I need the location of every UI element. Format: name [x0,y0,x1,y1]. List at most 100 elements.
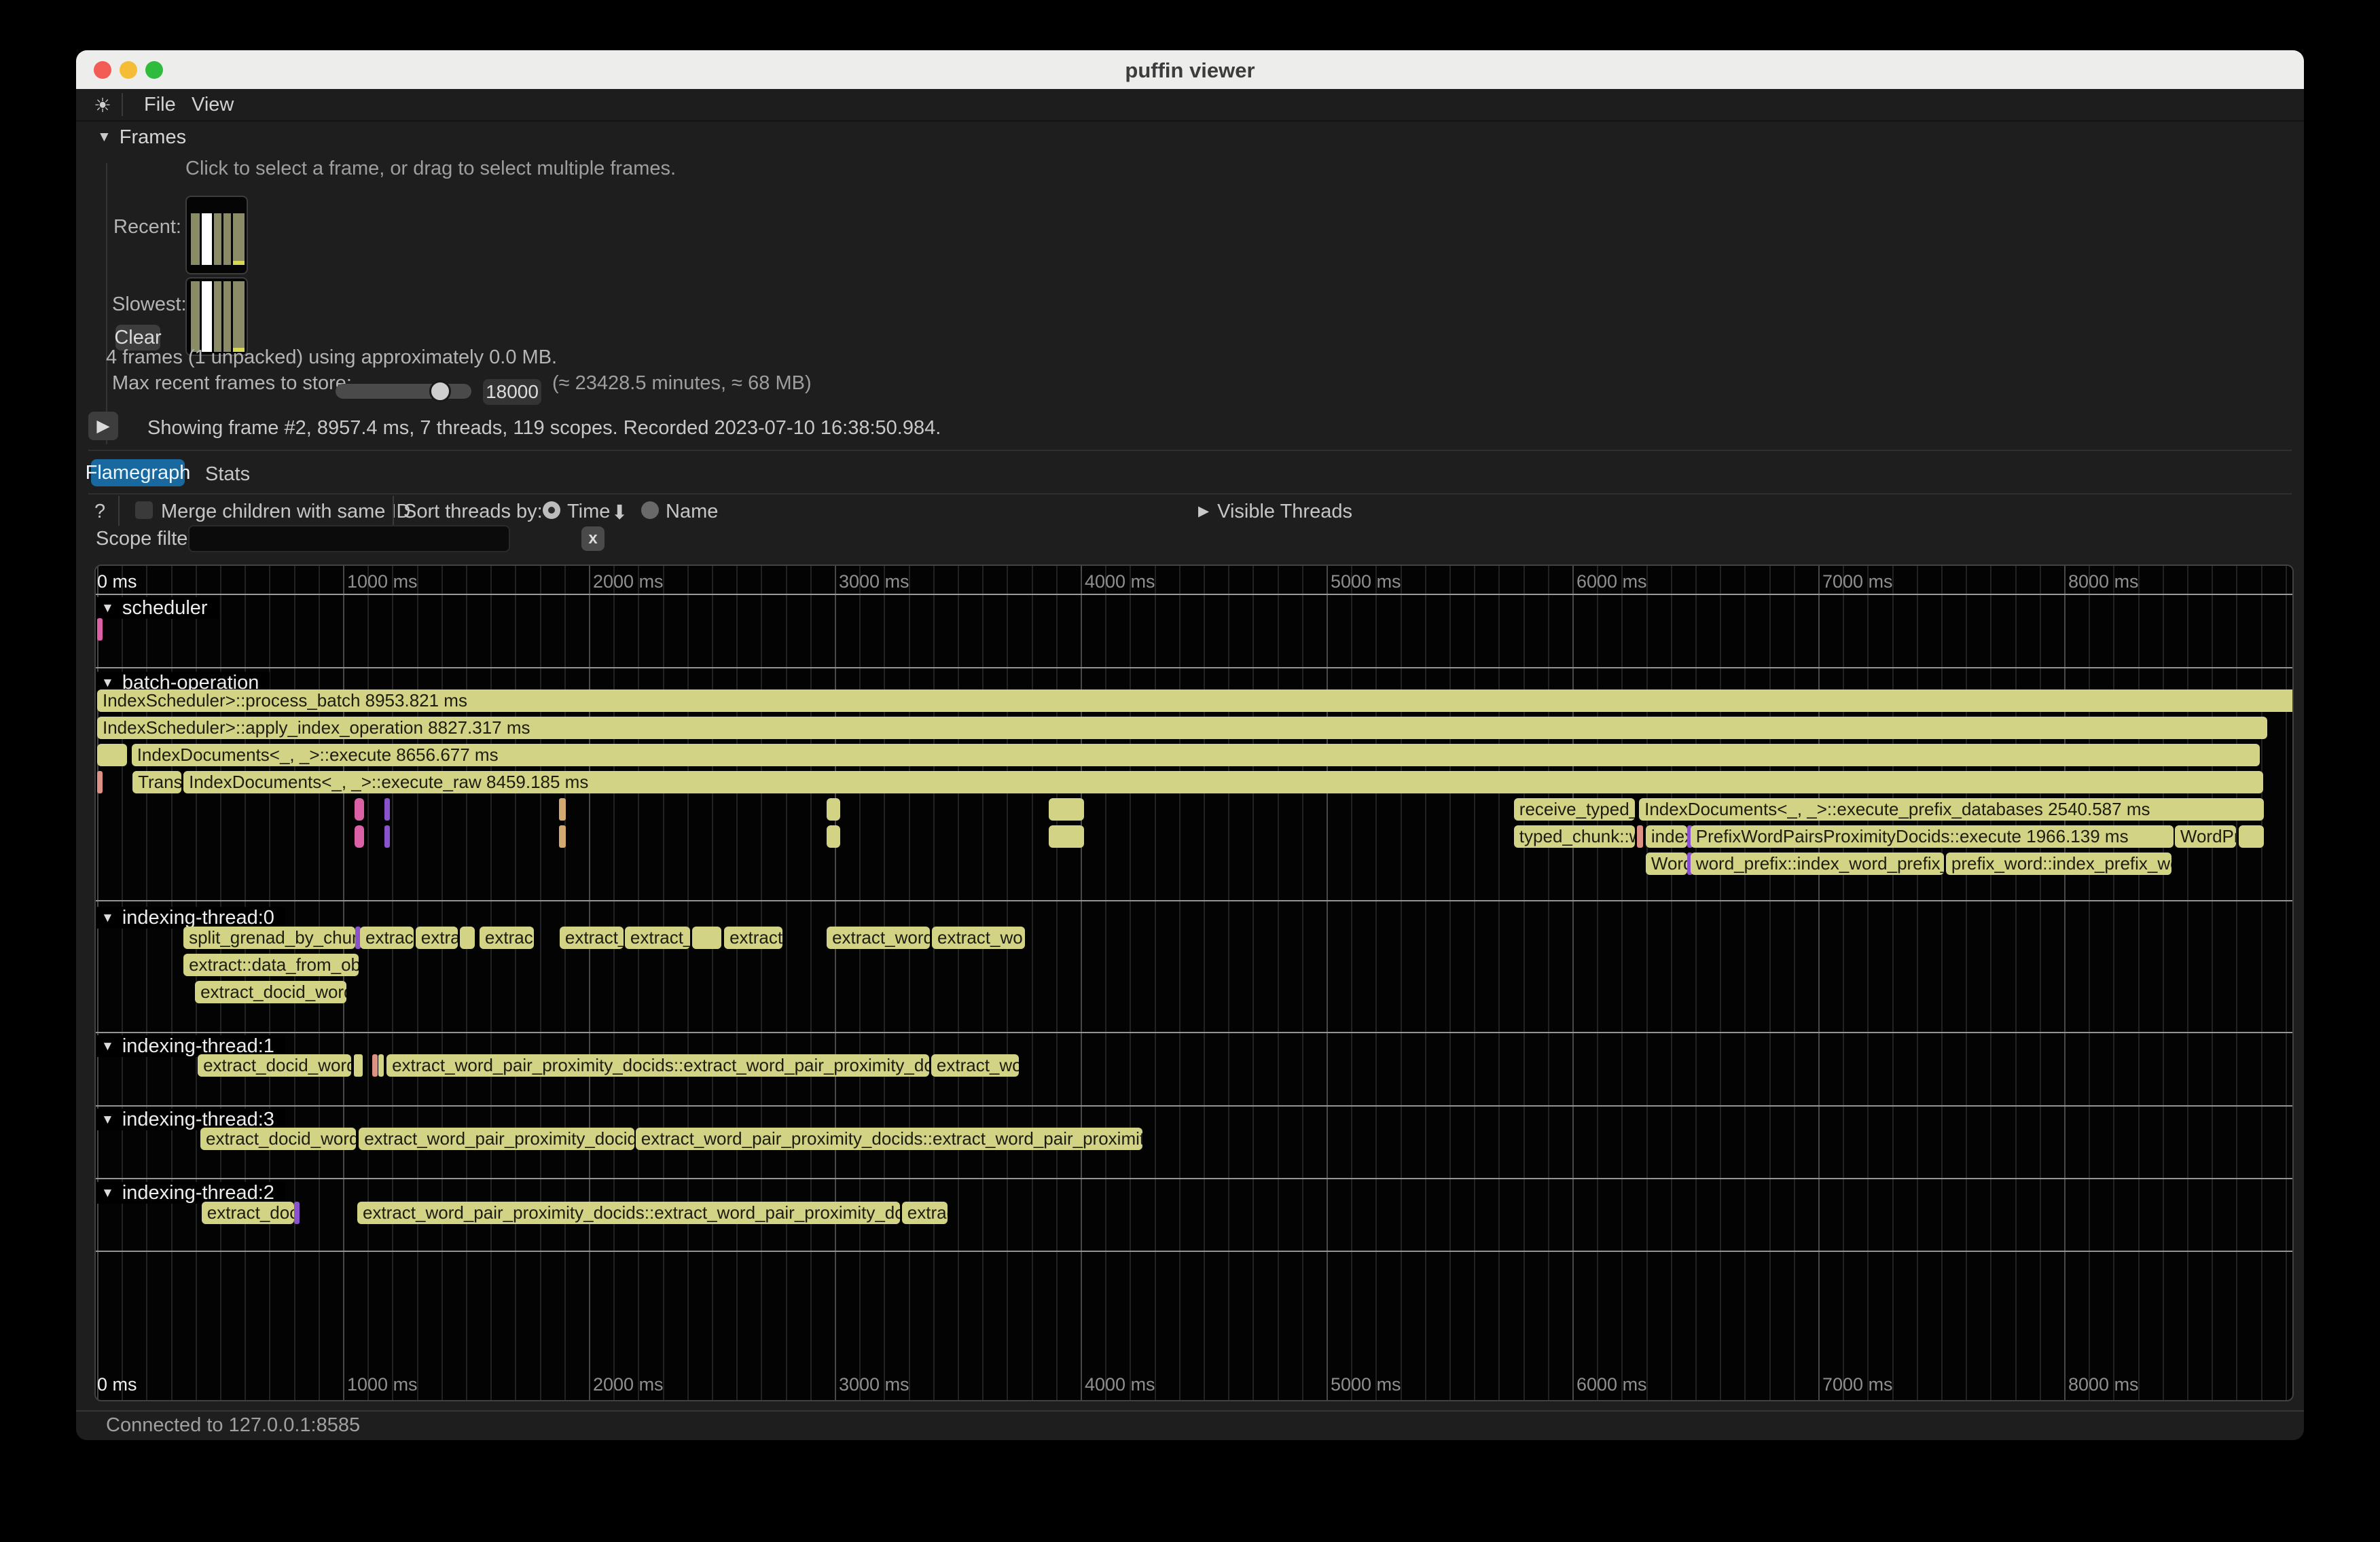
flame-scope-bar[interactable] [1049,798,1084,821]
flame-scope-bar[interactable] [294,1202,300,1224]
flame-scope-bar[interactable] [1049,825,1084,848]
flame-scope-bar[interactable] [559,825,566,848]
tab-stats[interactable]: Stats [205,463,250,486]
flame-scope-bar[interactable] [559,798,566,821]
flame-scope-bar[interactable]: extract_doc [202,1202,294,1224]
theme-toggle-sun-icon[interactable]: ☀ [94,94,111,118]
max-frames-value[interactable]: 18000 [483,379,541,405]
frame-thumbnail-stripe [233,281,245,352]
collapse-triangle-icon: ▼ [101,1039,114,1054]
clear-filter-button[interactable]: x [581,526,605,551]
collapse-triangle-icon: ▼ [101,1186,114,1200]
flame-scope-bar[interactable]: PrefixWordPairsProximityDocids::execute … [1691,825,2174,848]
frame-thumbnail-stripe [191,281,200,352]
max-frames-slider[interactable] [336,384,471,399]
axis-tick-label: 8000 ms [2068,1374,2139,1395]
flame-scope-bar[interactable]: Trans [132,771,181,793]
flame-scope-bar[interactable]: IndexDocuments<_, _>::execute_prefix_dat… [1639,798,2264,821]
menu-file[interactable]: File [144,94,176,116]
sort-time-label[interactable]: Time [567,501,610,523]
frames-indent-line [106,163,107,444]
frames-section-header[interactable]: ▼Frames [97,126,186,149]
flame-scope-bar[interactable] [378,1054,384,1077]
frame-thumbnail-stripe [191,213,200,265]
frame-thumbnail-tick [233,261,245,265]
flame-scope-bar[interactable] [355,798,364,821]
flame-scope-bar[interactable]: extrac [480,927,534,949]
flame-scope-bar[interactable]: prefix_word::index_prefix_wo [1946,853,2171,875]
flame-scope-bar[interactable] [2239,825,2264,848]
flame-scope-bar[interactable]: extract_word_pair_proximity_docids::extr… [386,1054,929,1077]
flame-scope-bar[interactable]: index [1646,825,1687,848]
flame-scope-bar[interactable] [827,798,840,821]
thread-name: indexing-thread:0 [122,907,274,929]
flame-scope-bar[interactable]: word_prefix::index_word_prefix_ [1691,853,1944,875]
flame-scope-bar[interactable]: IndexDocuments<_, _>::execute 8656.677 m… [132,744,2260,766]
merge-children-label[interactable]: Merge children with same ID [161,501,410,523]
flame-scope-bar[interactable] [1637,825,1643,848]
tab-flamegraph[interactable]: Flamegraph [91,459,185,486]
flame-scope-bar[interactable] [97,771,103,793]
visible-threads-toggle[interactable]: ▶Visible Threads [1198,501,1352,523]
flame-scope-bar[interactable]: IndexDocuments<_, _>::execute_raw 8459.1… [183,771,2263,793]
flame-scope-bar[interactable]: extra [416,927,458,949]
thread-header[interactable]: ▼indexing-thread:2 [97,1182,285,1204]
flame-scope-bar[interactable]: receive_typed_ [1514,798,1635,821]
flame-scope-bar[interactable]: Word [1646,853,1687,875]
flame-scope-bar[interactable]: WordPr [2175,825,2236,848]
flame-scope-bar[interactable]: extract_ [625,927,690,949]
flamegraph[interactable]: 0 ms0 ms1000 ms1000 ms2000 ms2000 ms3000… [94,564,2294,1401]
sort-time-radio[interactable] [543,501,560,519]
merge-children-checkbox[interactable] [135,501,153,519]
flame-scope-bar[interactable] [354,1054,363,1077]
thread-header[interactable]: ▼indexing-thread:0 [97,907,285,929]
flame-scope-bar[interactable] [372,1054,378,1077]
axis-tick-label: 4000 ms [1085,1374,1155,1395]
max-frames-label: Max recent frames to store: [112,372,352,395]
flame-scope-bar[interactable]: extrac [902,1202,948,1224]
axis-tick-label: 7000 ms [1822,571,1893,592]
flame-scope-bar[interactable] [384,798,390,821]
frame-thumbnail-stripe [214,281,221,352]
help-button[interactable]: ? [94,501,105,523]
slowest-frame-thumbnail[interactable] [185,277,248,356]
max-frames-slider-knob[interactable] [429,380,451,402]
flame-scope-bar[interactable]: extract_docid_word [200,1128,356,1150]
flame-scope-bar[interactable] [384,825,390,848]
flame-scope-bar[interactable]: typed_chunk::w [1514,825,1635,848]
flame-scope-bar[interactable]: extract [360,927,414,949]
flame-scope-bar[interactable]: extract_ [560,927,624,949]
menu-view[interactable]: View [192,94,234,116]
flame-scope-bar[interactable]: split_grenad_by_chun [183,927,355,949]
statusbar-divider [76,1410,2304,1412]
flame-scope-bar[interactable]: extract_docid_word [198,1054,351,1077]
axis-tick-label: 1000 ms [347,1374,418,1395]
flame-scope-bar[interactable] [460,927,475,949]
flame-scope-bar[interactable]: extract_word_pair_proximity_docids::extr… [357,1202,900,1224]
flame-scope-bar[interactable]: extract_word_pair_proximity_docids [359,1128,634,1150]
sort-name-label[interactable]: Name [666,501,718,523]
play-button[interactable]: ▶ [88,412,118,440]
thread-section-divider [96,1251,2292,1252]
frames-summary: 4 frames (1 unpacked) using approximatel… [106,346,557,369]
sort-direction-arrow-icon[interactable]: ⬇ [611,501,628,524]
flame-scope-bar[interactable]: IndexScheduler>::apply_index_operation 8… [97,717,2267,739]
scope-filter-input[interactable] [188,525,510,552]
flame-scope-bar[interactable]: extract_docid_word [195,981,346,1003]
flame-scope-bar[interactable] [827,825,840,848]
axis-tick-label: 2000 ms [593,1374,664,1395]
flame-scope-bar[interactable] [97,618,103,641]
flame-scope-bar[interactable]: extract_word [827,927,930,949]
flame-scope-bar[interactable]: extract_word_pair_proximity_docids::extr… [636,1128,1142,1150]
flame-scope-bar[interactable]: extract::data_from_ob [183,954,359,976]
recent-frame-thumbnail[interactable] [185,196,248,274]
flame-scope-bar[interactable] [355,825,364,848]
flame-scope-bar[interactable]: IndexScheduler>::process_batch 8953.821 … [97,689,2294,712]
flame-scope-bar[interactable]: extract_wo [932,927,1025,949]
thread-header[interactable]: ▼scheduler [97,597,219,619]
flame-scope-bar[interactable] [97,744,127,766]
flame-scope-bar[interactable]: extract_wo [931,1054,1019,1077]
flame-scope-bar[interactable] [692,927,721,949]
sort-name-radio[interactable] [641,501,659,519]
flame-scope-bar[interactable]: extract [724,927,782,949]
